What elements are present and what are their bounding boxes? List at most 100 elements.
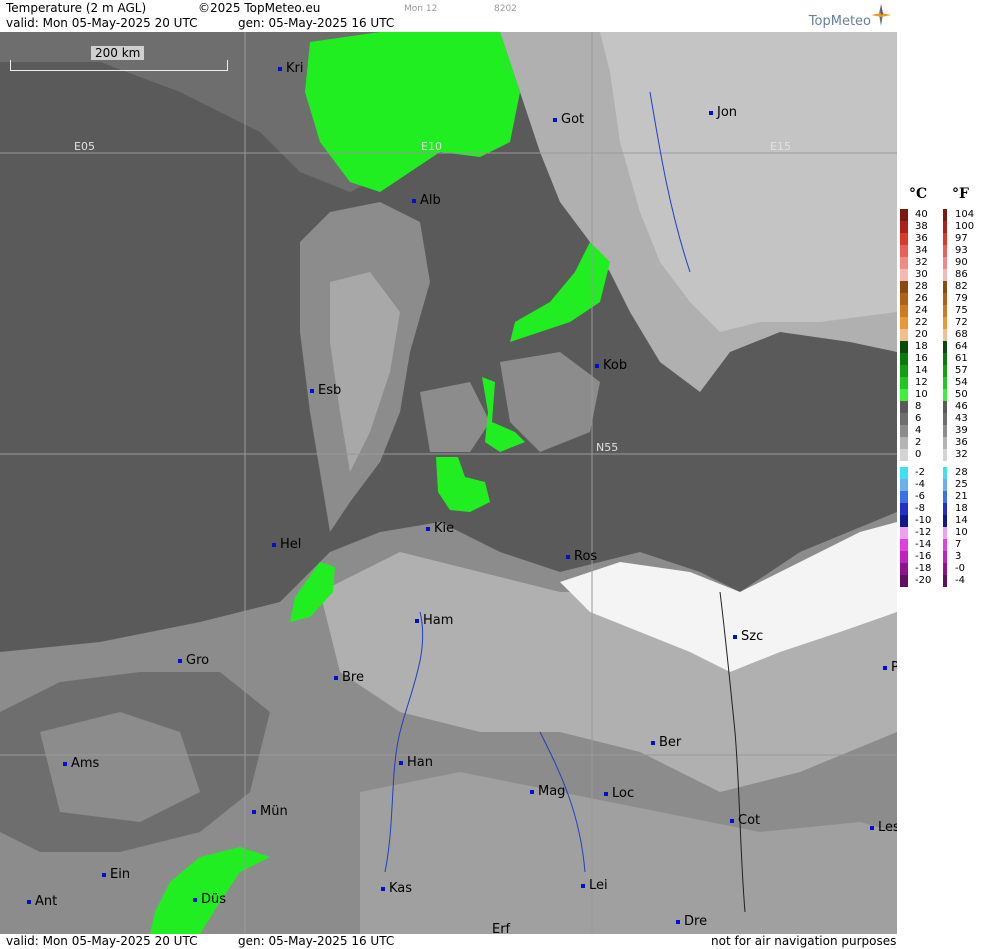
temperature-map[interactable]: 200 km E05 E10 E15 N55 Kri Got Jon Alb E… [0,32,898,934]
legend-row: 2 36 [897,437,989,449]
legend-celsius-value: 38 [915,221,928,232]
city-marker[interactable]: Ros [566,549,597,564]
run-code: 8202 [494,4,517,14]
legend-fahrenheit-value: 32 [955,449,968,460]
legend-celsius-value: -4 [915,479,925,490]
legend-celsius-value: -20 [915,575,932,586]
legend-row: 0 32 [897,449,989,461]
legend-swatch [900,365,908,377]
legend-row: 12 54 [897,377,989,389]
city-marker[interactable]: Erf [492,922,510,934]
legend-fahrenheit-value: -4 [955,575,965,586]
city-marker[interactable]: Kas [381,881,412,896]
legend-row: 20 68 [897,329,989,341]
legend-swatch [900,425,908,437]
legend-row: -20 -4 [897,575,989,587]
grid-label-e05: E05 [74,140,95,153]
legend-celsius-value: 24 [915,305,928,316]
city-marker[interactable]: Dre [676,914,707,929]
legend-fahrenheit-value: 25 [955,479,968,490]
city-marker[interactable]: Han [399,755,433,770]
legend-swatch-f [943,503,947,515]
legend-fahrenheit-value: 57 [955,365,968,376]
legend-swatch [900,281,908,293]
legend-swatch [900,515,908,527]
legend-swatch-f [943,425,947,437]
legend-swatch-f [943,437,947,449]
city-marker[interactable]: Ams [63,756,99,771]
city-marker[interactable]: Mag [530,784,565,799]
city-marker[interactable]: P [883,660,897,675]
city-marker[interactable]: Bre [334,670,364,685]
copyright: ©2025 TopMeteo.eu [198,1,321,15]
legend-fahrenheit-value: 61 [955,353,968,364]
legend-swatch [900,527,908,539]
city-marker[interactable]: Gro [178,653,209,668]
legend-fahrenheit-value: 3 [955,551,962,562]
legend-swatch-f [943,413,947,425]
legend-fahrenheit-value: 72 [955,317,968,328]
city-marker[interactable]: Jon [709,105,737,120]
legend-fahrenheit-value: 10 [955,527,968,538]
legend-swatch-f [943,563,947,575]
city-marker[interactable]: Hel [272,537,301,552]
legend-fahrenheit-value: 21 [955,491,968,502]
legend-swatch-f [943,341,947,353]
legend-row: -12 10 [897,527,989,539]
fahrenheit-header: °F [952,186,969,202]
legend-row: -10 14 [897,515,989,527]
legend-row: -6 21 [897,491,989,503]
legend-fahrenheit-value: 18 [955,503,968,514]
legend-fahrenheit-value: 104 [955,209,975,220]
city-marker[interactable]: Loc [604,786,634,801]
legend-swatch-f [943,329,947,341]
legend-fahrenheit-value: 93 [955,245,968,256]
city-marker[interactable]: Esb [310,383,341,398]
city-marker[interactable]: Kie [426,521,454,536]
footer-bar: valid: Mon 05-May-2025 20 UTC gen: 05-Ma… [0,934,897,949]
city-marker[interactable]: Ber [651,735,681,750]
legend-swatch [900,551,908,563]
compass-logo-icon [871,4,891,26]
legend-row: -4 25 [897,479,989,491]
legend-celsius-value: -2 [915,467,925,478]
legend-celsius-value: 10 [915,389,928,400]
legend-swatch [900,437,908,449]
legend-celsius-value: 40 [915,209,928,220]
legend-swatch-f [943,221,947,233]
legend-celsius-value: 14 [915,365,928,376]
city-marker[interactable]: Kri [278,61,303,76]
legend-row: 4 39 [897,425,989,437]
city-marker[interactable]: Ein [102,867,130,882]
run-label: Mon 12 [404,4,438,14]
legend-swatch [900,575,908,587]
city-marker[interactable]: Les [870,820,897,835]
city-marker[interactable]: Düs [193,892,226,907]
legend-swatch [900,269,908,281]
legend-swatch-f [943,233,947,245]
legend-fahrenheit-value: 7 [955,539,962,550]
city-marker[interactable]: Kob [595,358,627,373]
legend-fahrenheit-value: 64 [955,341,968,352]
legend-row: 26 79 [897,293,989,305]
grid-label-e10: E10 [421,140,442,153]
legend-fahrenheit-value: 14 [955,515,968,526]
legend-row: 22 72 [897,317,989,329]
city-marker[interactable]: Alb [412,193,441,208]
legend-celsius-value: 28 [915,281,928,292]
city-marker[interactable]: Cot [730,813,760,828]
city-marker[interactable]: Lei [581,878,608,893]
city-marker[interactable]: Ham [415,613,453,628]
legend-row: 34 93 [897,245,989,257]
legend-swatch-f [943,527,947,539]
legend-celsius-value: 20 [915,329,928,340]
city-marker[interactable]: Szc [733,629,763,644]
city-marker[interactable]: Got [553,112,584,127]
city-marker[interactable]: Mün [252,804,288,819]
legend-celsius-value: -14 [915,539,932,550]
city-marker[interactable]: Ant [27,894,57,909]
legend-celsius-value: 2 [915,437,922,448]
legend-celsius-value: -10 [915,515,932,526]
legend-celsius-value: 22 [915,317,928,328]
legend-swatch-f [943,281,947,293]
